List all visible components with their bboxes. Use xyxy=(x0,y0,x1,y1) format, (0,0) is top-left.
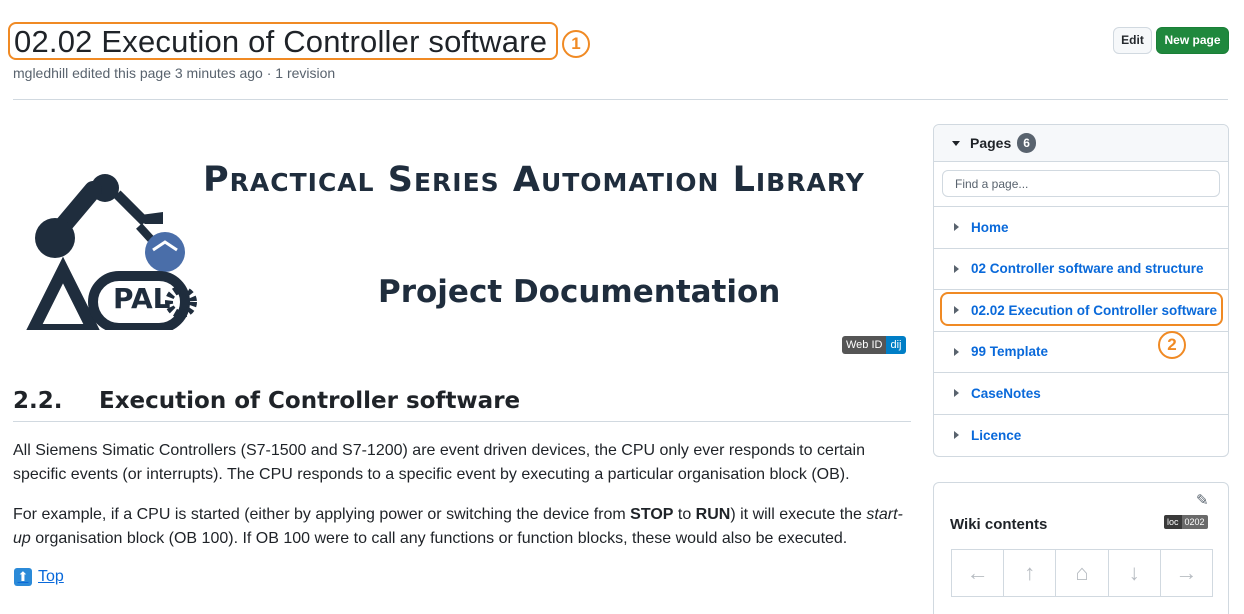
logo-text: PAL xyxy=(113,282,171,315)
section-number: 2.2. xyxy=(13,388,63,414)
run-keyword: RUN xyxy=(695,506,731,523)
paragraph-example-text-4: organisation block (OB 100). If OB 100 w… xyxy=(30,530,848,547)
up-arrow-icon: ⬆ xyxy=(14,568,32,586)
arrow-left-icon: ← xyxy=(966,560,989,585)
library-banner: PAL Practical Series Automation Library … xyxy=(13,150,911,340)
caret-right-icon[interactable] xyxy=(954,431,959,440)
find-page-input[interactable] xyxy=(942,170,1220,197)
previous-page-button[interactable]: ← xyxy=(952,550,1005,596)
sidebar-page-label: Home xyxy=(971,219,1009,235)
edit-button[interactable]: Edit xyxy=(1113,27,1152,54)
caret-right-icon[interactable] xyxy=(954,264,959,273)
home-icon: ⌂ xyxy=(1075,560,1089,585)
sidebar-page-label: CaseNotes xyxy=(971,385,1041,401)
parent-page-button[interactable]: ↑ xyxy=(1004,550,1057,596)
wiki-contents-panel: ✎ Wiki contents loc 0202 ← ↑ ⌂ ↓ → xyxy=(933,482,1229,614)
child-page-button[interactable]: ↓ xyxy=(1109,550,1161,596)
find-page-wrapper xyxy=(934,162,1228,207)
paragraph-example-text-3: ) it will execute the xyxy=(730,506,867,523)
loc-badge-value: 0202 xyxy=(1181,515,1208,529)
arrow-up-icon: ↑ xyxy=(1024,560,1036,585)
web-id-badge-value: dij xyxy=(886,336,906,354)
pages-sidebar: Pages 6 Home 02 Controller software and … xyxy=(933,124,1229,457)
page-revision-info: mgledhill edited this page 3 minutes ago… xyxy=(13,65,336,81)
callout-marker-2: 2 xyxy=(1158,331,1186,359)
top-link-label: Top xyxy=(38,568,64,585)
paragraph-example-text-2: to xyxy=(673,506,696,523)
pages-count-badge: 6 xyxy=(1017,133,1036,153)
web-id-badge-label: Web ID xyxy=(842,336,887,354)
sidebar-page-licence[interactable]: Licence xyxy=(934,415,1228,457)
caret-right-icon[interactable] xyxy=(954,347,959,356)
new-page-button[interactable]: New page xyxy=(1156,27,1229,54)
caret-down-icon xyxy=(952,140,960,146)
wiki-contents-title: Wiki contents xyxy=(950,516,1048,533)
paragraph-intro: All Siemens Simatic Controllers (S7-1500… xyxy=(13,442,865,483)
sidebar-page-label: Licence xyxy=(971,427,1022,443)
sidebar-page-execution-current[interactable]: 02.02 Execution of Controller software xyxy=(934,290,1228,332)
banner-subheading: Project Documentation xyxy=(378,274,781,310)
sidebar-page-home[interactable]: Home xyxy=(934,207,1228,249)
arrow-right-icon: → xyxy=(1175,560,1198,585)
banner-heading: Practical Series Automation Library xyxy=(203,160,865,200)
callout-marker-1: 1 xyxy=(562,30,590,58)
arrow-down-icon: ↓ xyxy=(1128,560,1140,585)
sidebar-page-controller-software[interactable]: 02 Controller software and structure xyxy=(934,249,1228,290)
wiki-nav-buttons: ← ↑ ⌂ ↓ → xyxy=(951,549,1213,597)
pencil-icon[interactable]: ✎ xyxy=(1196,491,1209,509)
sidebar-page-label: 02 Controller software and structure xyxy=(971,261,1204,277)
home-page-button[interactable]: ⌂ xyxy=(1056,550,1109,596)
section-title: Execution of Controller software xyxy=(99,388,521,414)
pal-logo xyxy=(26,174,197,330)
pages-toggle[interactable]: Pages 6 xyxy=(934,125,1228,162)
sidebar-page-label: 99 Template xyxy=(971,344,1049,360)
paragraph-example-text-1: For example, if a CPU is started (either… xyxy=(13,506,631,523)
next-page-button[interactable]: → xyxy=(1161,550,1212,596)
page-title: 02.02 Execution of Controller software xyxy=(14,24,548,59)
caret-right-icon[interactable] xyxy=(954,389,959,398)
paragraph-example: For example, if a CPU is started (either… xyxy=(13,503,911,551)
section-heading: 2.2. Execution of Controller software xyxy=(13,386,911,422)
header-divider xyxy=(13,99,1228,100)
top-link[interactable]: ⬆ Top xyxy=(14,568,64,586)
web-id-badge: Web ID dij xyxy=(842,336,906,354)
caret-right-icon[interactable] xyxy=(954,223,959,232)
loc-badge-label: loc xyxy=(1164,515,1182,529)
sidebar-page-casenotes[interactable]: CaseNotes xyxy=(934,373,1228,415)
pages-label: Pages xyxy=(970,135,1012,151)
stop-keyword: STOP xyxy=(630,506,674,523)
current-page-highlight xyxy=(940,292,1223,326)
loc-badge: loc 0202 xyxy=(1164,515,1208,529)
